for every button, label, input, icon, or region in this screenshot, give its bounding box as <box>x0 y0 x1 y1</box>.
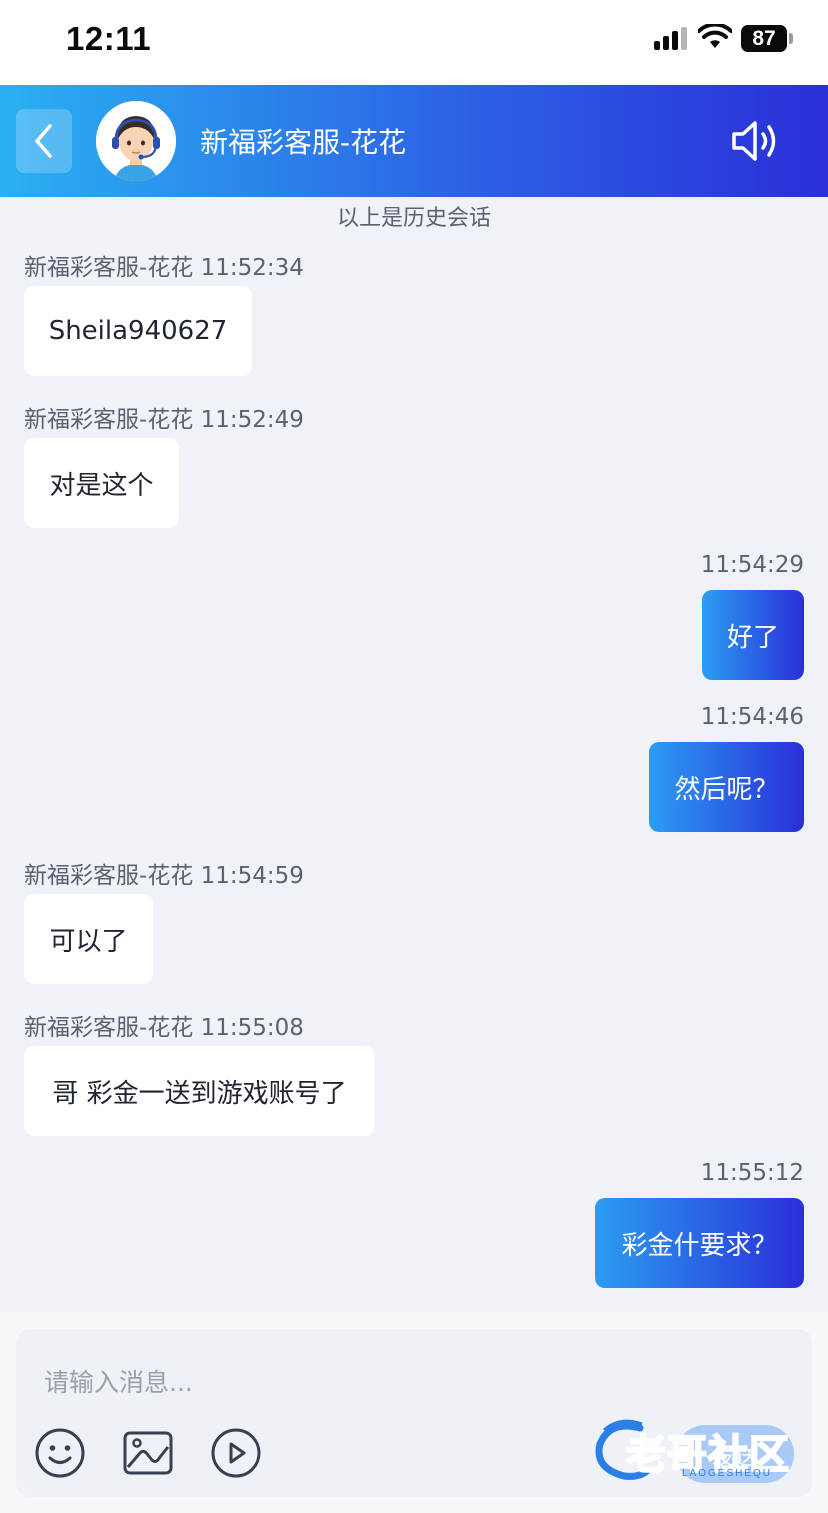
wifi-icon <box>698 24 732 48</box>
image-icon <box>123 1431 173 1475</box>
status-time: 12:11 <box>66 20 152 57</box>
status-bar: 12:11 87 <box>0 0 828 85</box>
support-agent-icon <box>96 101 176 181</box>
video-icon <box>211 1428 261 1478</box>
incoming-message-bubble[interactable]: Sheila940627 <box>24 286 252 376</box>
message-input[interactable] <box>44 1359 664 1405</box>
battery-cap <box>789 33 793 44</box>
back-button[interactable] <box>16 109 72 173</box>
message-meta: 新福彩客服-花花 11:52:34 <box>24 255 304 281</box>
sound-toggle-button[interactable] <box>728 117 782 165</box>
message-meta: 11:54:46 <box>700 704 804 730</box>
message-meta: 新福彩客服-花花 11:52:49 <box>24 407 304 433</box>
message-meta: 新福彩客服-花花 11:54:59 <box>24 863 304 889</box>
composer-box: 发送 <box>16 1329 812 1497</box>
message-meta: 11:55:12 <box>700 1160 804 1186</box>
chevron-left-icon <box>35 124 52 158</box>
incoming-message-bubble[interactable]: 对是这个 <box>24 438 179 528</box>
video-button[interactable] <box>210 1427 262 1479</box>
message-meta: 11:54:29 <box>700 552 804 578</box>
history-divider-label: 以上是历史会话 <box>336 206 491 231</box>
chat-title: 新福彩客服-花花 <box>200 126 407 159</box>
outgoing-message-bubble[interactable]: 彩金什要求？ <box>595 1198 804 1288</box>
chat-header: 新福彩客服-花花 <box>0 85 828 197</box>
cellular-signal-icon <box>654 27 687 50</box>
emoji-button[interactable] <box>34 1427 86 1479</box>
agent-avatar <box>96 101 176 181</box>
incoming-message-bubble[interactable]: 可以了 <box>24 894 153 984</box>
emoji-icon <box>35 1428 85 1478</box>
battery-level: 87 <box>752 26 776 50</box>
send-button[interactable]: 发送 <box>676 1425 794 1483</box>
image-button[interactable] <box>122 1427 174 1479</box>
outgoing-message-bubble[interactable]: 好了 <box>702 590 804 680</box>
message-meta: 新福彩客服-花花 11:55:08 <box>24 1015 304 1041</box>
incoming-message-bubble[interactable]: 哥 彩金一送到游戏账号了 <box>24 1046 375 1136</box>
speaker-icon <box>732 121 776 161</box>
battery-icon: 87 <box>741 25 787 52</box>
outgoing-message-bubble[interactable]: 然后呢？ <box>649 742 804 832</box>
